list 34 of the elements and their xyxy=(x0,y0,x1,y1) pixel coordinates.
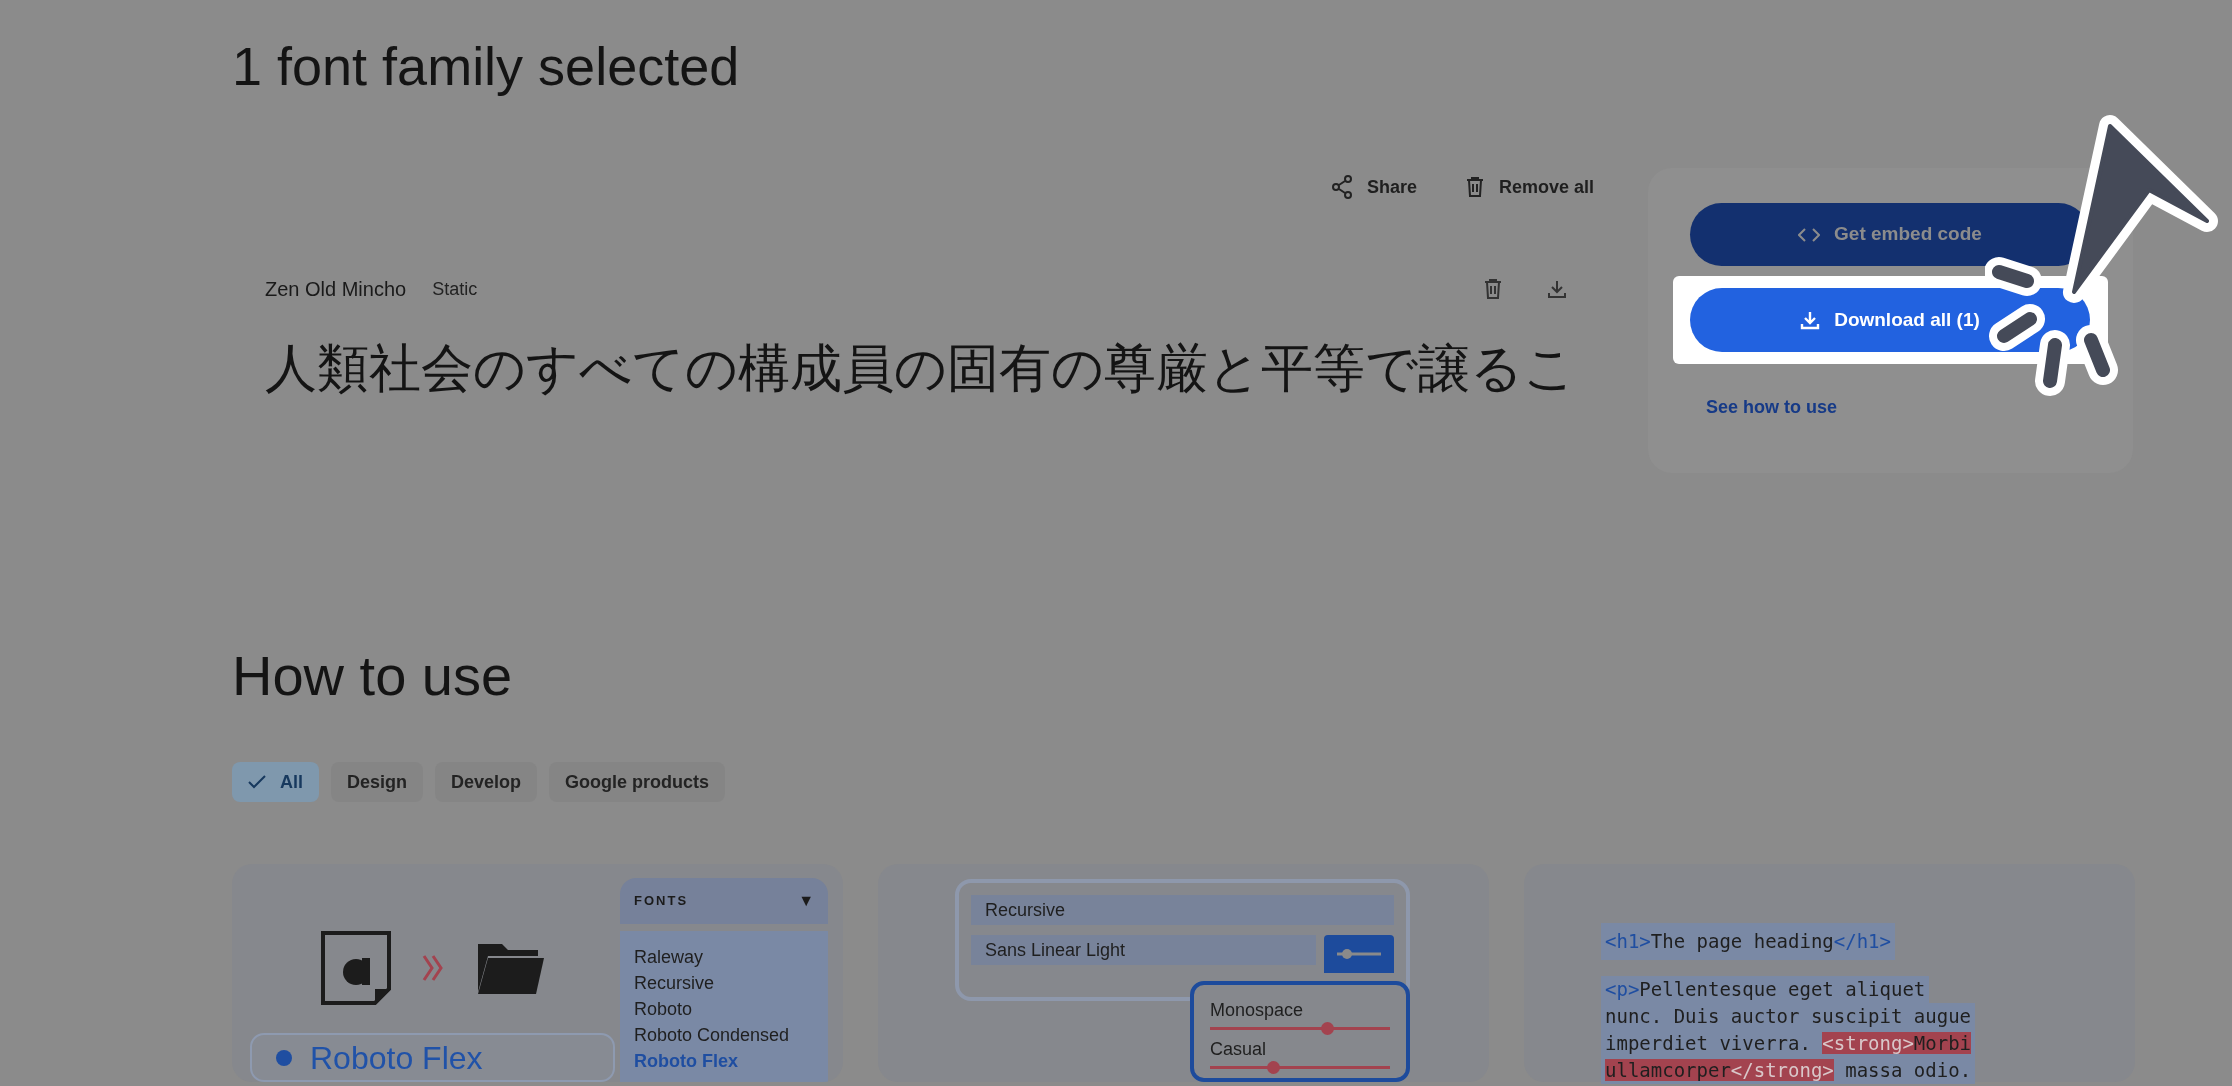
filter-chip[interactable]: Google products xyxy=(549,762,726,802)
code-icon xyxy=(1798,226,1821,243)
share-button[interactable]: Share xyxy=(1366,173,1417,201)
document-letter-icon xyxy=(319,930,392,1006)
font-field: Recursive xyxy=(971,895,1394,925)
font-sample-text: 人類社会のすべての構成員の固有の尊厳と平等で譲るこ xyxy=(265,338,1576,398)
check-icon xyxy=(248,775,266,789)
filter-chip[interactable]: Design xyxy=(331,762,424,802)
see-how-to-use-link[interactable]: See how to use xyxy=(1706,394,1838,421)
font-preview-text: Roboto Flex xyxy=(310,1039,483,1076)
download-icon xyxy=(1800,310,1821,330)
font-list-item[interactable]: Roboto xyxy=(634,997,693,1022)
caret-icon: ▼ xyxy=(798,889,814,913)
style-field: Sans Linear Light xyxy=(971,935,1317,965)
font-list-item[interactable]: Recursive xyxy=(634,971,715,996)
section-heading: How to use xyxy=(232,643,513,709)
slider-label: Casual xyxy=(1210,1038,1267,1060)
slider-thumb[interactable] xyxy=(1267,1061,1280,1074)
filter-chip[interactable]: All xyxy=(232,762,319,802)
font-list-item[interactable]: Roboto Condensed xyxy=(634,1023,790,1048)
filter-chip[interactable]: Develop xyxy=(435,762,538,802)
page-title: 1 font family selected xyxy=(232,36,740,96)
font-family-name: Zen Old Mincho xyxy=(265,277,407,302)
slider-thumb[interactable] xyxy=(1321,1022,1334,1035)
slider-toggle-button[interactable] xyxy=(1324,935,1394,973)
delete-icon xyxy=(1464,176,1485,198)
font-style-label: Static xyxy=(432,277,478,301)
font-list-item[interactable]: Raleway xyxy=(634,945,704,970)
remove-all-button[interactable]: Remove all xyxy=(1498,173,1594,201)
slider-label: Monospace xyxy=(1210,999,1304,1021)
double-chevron-icon xyxy=(421,954,444,982)
slider-icon xyxy=(1335,947,1384,961)
panel-title: FONTS xyxy=(634,892,689,911)
share-icon xyxy=(1330,175,1353,199)
